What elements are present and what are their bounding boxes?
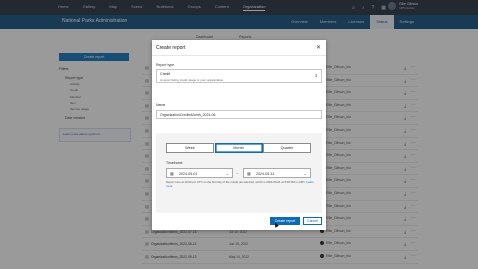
timeframe-label: Timeframe xyxy=(166,161,183,165)
report-name-input[interactable]: OrganizationCreditsMonth_2024-06 xyxy=(156,110,322,119)
segment-week[interactable]: Week xyxy=(166,143,214,153)
report-type-value: Credit xyxy=(160,72,171,76)
end-date-value: 2024-05-31 xyxy=(256,172,275,176)
report-type-label: Report type xyxy=(156,63,175,67)
create-report-dialog: Create report ✕ Report type Credit A rep… xyxy=(152,40,326,230)
chevron-down-icon: ⌄ xyxy=(303,171,307,176)
calendar-icon: ▦ xyxy=(247,171,251,176)
schedule-note: Report runs at 10:00 pm UTC on the first… xyxy=(166,180,314,188)
dialog-title: Create report xyxy=(156,45,186,51)
start-date-picker[interactable]: ▦ 2024-05-01 ⌄ xyxy=(166,168,233,178)
updown-chevron-icon: ⇕ xyxy=(314,73,318,78)
chevron-down-icon: ⌄ xyxy=(225,171,229,176)
calendar-icon: ▦ xyxy=(170,171,174,176)
divider xyxy=(152,55,326,56)
name-label: Name xyxy=(156,103,166,107)
segment-month[interactable]: Month xyxy=(214,143,263,153)
segment-quarter[interactable]: Quarter xyxy=(263,143,311,153)
schedule-note-text: Report runs at 10:00 pm UTC on the first… xyxy=(166,180,306,184)
cancel-button[interactable]: Cancel xyxy=(303,217,322,225)
timeframe-panel: Week Month Quarter Timeframe ▦ 2024-05-0… xyxy=(156,133,322,213)
report-name-value: OrganizationCreditsMonth_2024-06 xyxy=(160,113,216,117)
close-icon[interactable]: ✕ xyxy=(316,44,321,51)
report-type-select[interactable]: Credit A report listing credit usage in … xyxy=(156,69,322,83)
arrow-right-icon: → xyxy=(235,170,239,175)
start-date-value: 2024-05-01 xyxy=(179,172,198,176)
period-segmented-control: Week Month Quarter xyxy=(166,143,312,153)
report-type-description: A report listing credit usage in your or… xyxy=(160,78,225,82)
end-date-picker[interactable]: ▦ 2024-05-31 ⌄ xyxy=(243,168,311,178)
